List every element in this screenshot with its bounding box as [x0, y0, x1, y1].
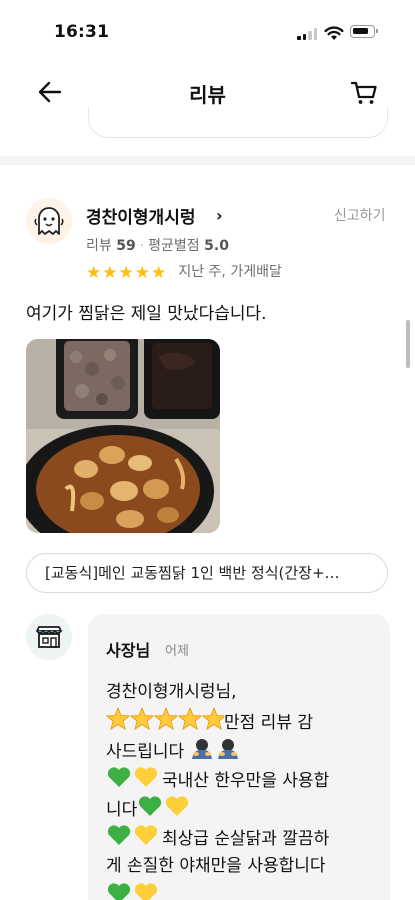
report-button[interactable]: 신고하기 [334, 205, 386, 225]
owner-name: 사장님 [106, 641, 151, 660]
heart-emoji-pair-icon [139, 796, 189, 816]
star-icon: ★ [151, 263, 167, 283]
reply-line: 게 손질한 야채만을 사용합니다 [106, 856, 326, 876]
bowing-person-emoji-icon [191, 739, 238, 759]
review-meta: 지난 주, 가게배달 [178, 264, 282, 280]
reviewer-avatar[interactable] [26, 198, 72, 244]
reply-line: 만점 리뷰 감 [106, 707, 368, 736]
reply-line-text: 최상급 순살닭과 깔끔하 [162, 829, 330, 849]
heart-emoji-pair-icon [107, 883, 158, 900]
owner-avatar [26, 614, 72, 660]
status-time: 16:31 [54, 22, 110, 42]
avg-rating-label: 평균별점 [148, 238, 200, 254]
star-icon: ★ [86, 263, 102, 283]
cellular-signal-icon [297, 27, 319, 40]
reply-line: 니다 [106, 794, 368, 823]
reply-line-text: 사드립니다 [106, 742, 185, 762]
reply-line: 경찬이형개시렁님, [106, 682, 237, 702]
scrollbar[interactable] [406, 320, 410, 368]
avg-rating: 5.0 [204, 238, 229, 254]
reply-line [106, 881, 368, 900]
review-text: 여기가 찜닭은 제일 맛났다습니다. [26, 304, 267, 324]
battery-icon [350, 25, 378, 38]
owner-reply-text: 경찬이형개시렁님, 만점 리뷰 감 사드립니다 국내산 한우만을 사용합 니다 … [106, 678, 368, 900]
star-emoji-row-icon [106, 707, 224, 731]
ghost-avatar-icon [34, 207, 64, 235]
status-bar: 16:31 [0, 0, 415, 62]
wifi-icon [324, 26, 344, 40]
rating-row: ★★★★★ 지난 주, 가게배달 [86, 261, 282, 283]
reviewer-name[interactable]: 경찬이형개시렁 [86, 203, 195, 228]
reply-line-text: 국내산 한우만을 사용합 [162, 771, 330, 791]
review-screen: 16:31 리뷰 경찬이형개시렁 › 신고하기 리뷰 59 · 평균별점 5.0… [0, 0, 415, 900]
cart-icon[interactable] [348, 76, 380, 108]
ordered-menu-chip[interactable]: [교동식]메인 교동찜닭 1인 백반 정식(간장+… [26, 553, 388, 593]
star-icon: ★ [118, 263, 134, 283]
reply-line: 사드립니다 [106, 736, 368, 765]
food-photo-image [26, 339, 220, 533]
reply-line-text: 니다 [106, 800, 138, 820]
review-count-label: 리뷰 [86, 238, 112, 254]
reply-line: 국내산 한우만을 사용합 [106, 765, 368, 794]
reply-line-text: 만점 리뷰 감 [224, 713, 314, 733]
heart-emoji-pair-icon [107, 767, 158, 787]
reviewer-stats: 리뷰 59 · 평균별점 5.0 [86, 238, 229, 254]
review-count: 59 [116, 238, 136, 254]
owner-reply-time: 어제 [165, 644, 189, 659]
star-icon: ★ [102, 263, 118, 283]
reply-line: 최상급 순살닭과 깔끔하 [106, 823, 368, 852]
chevron-right-icon[interactable]: › [216, 206, 223, 225]
storefront-icon [36, 626, 62, 648]
star-icon: ★ [134, 263, 150, 283]
heart-emoji-pair-icon [107, 825, 158, 845]
previous-card-edge [88, 108, 388, 138]
section-divider [0, 156, 415, 165]
review-photo[interactable] [26, 339, 220, 533]
